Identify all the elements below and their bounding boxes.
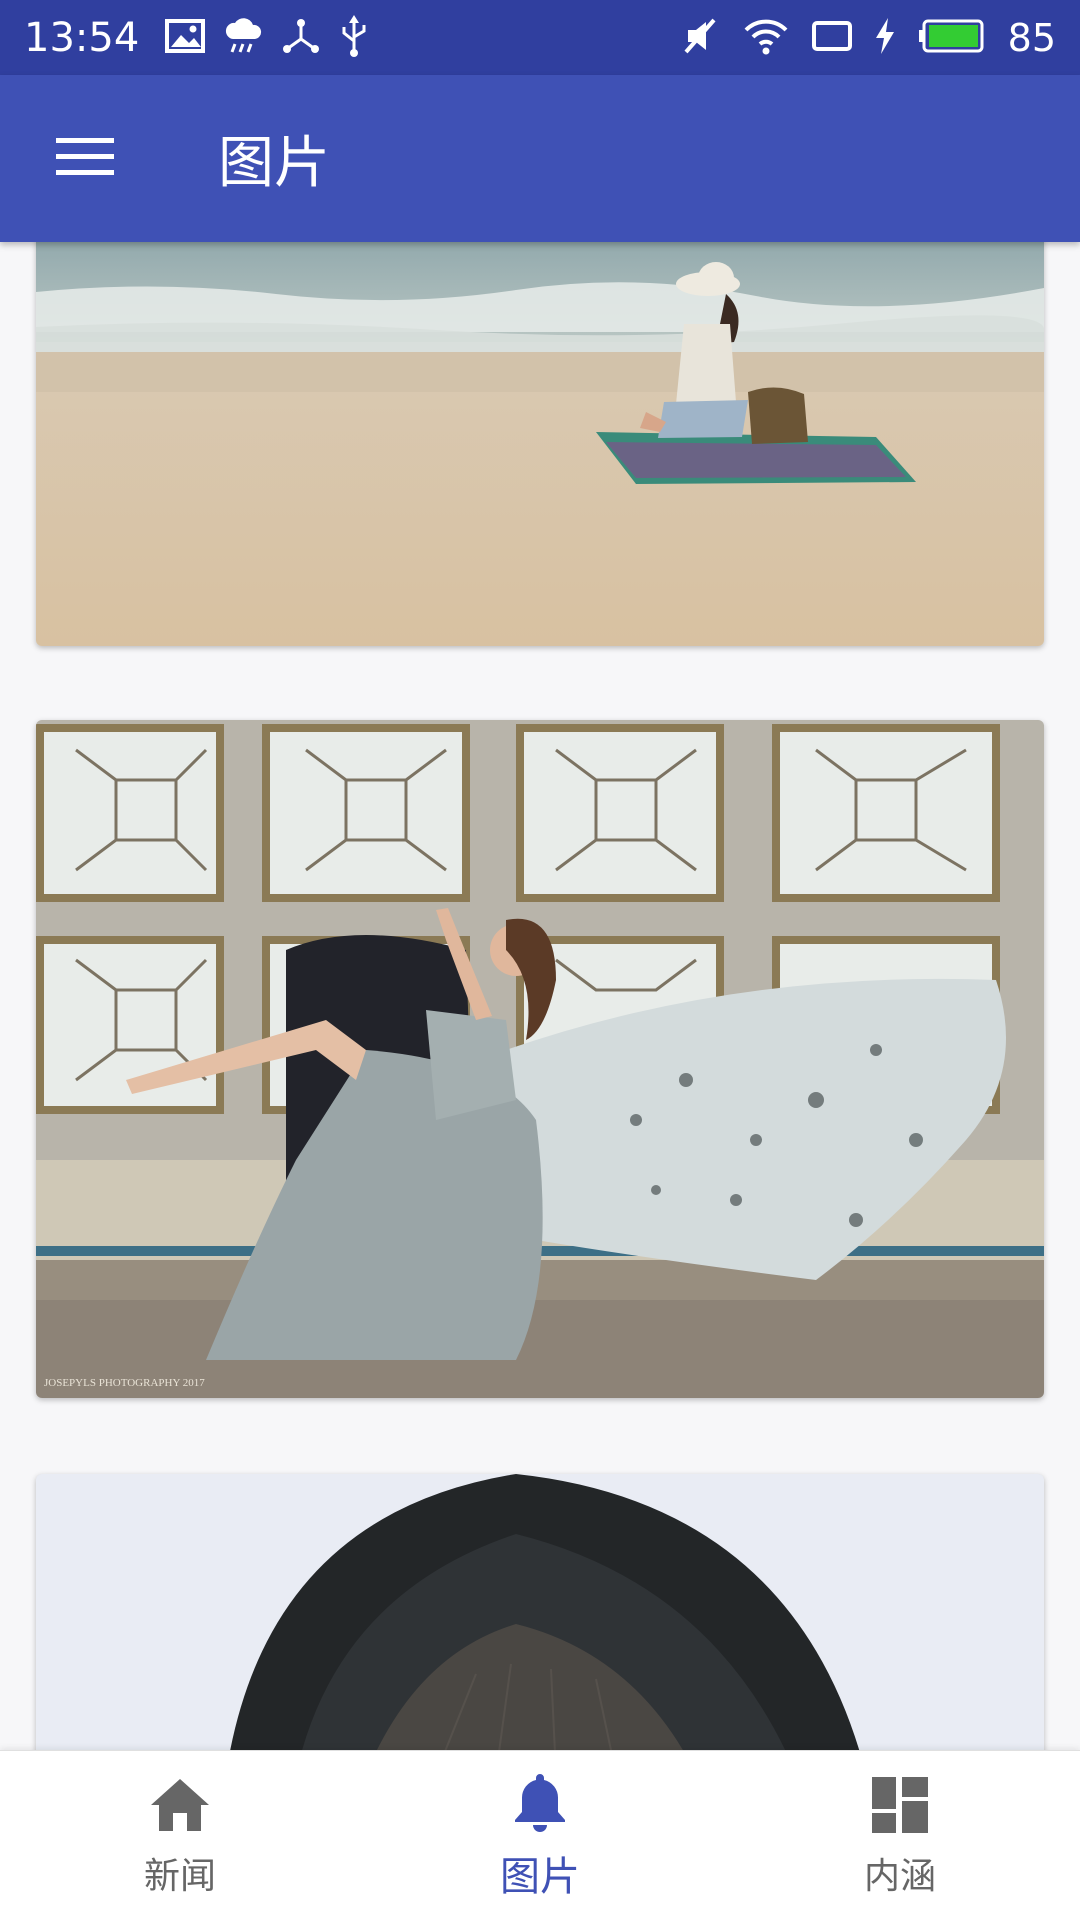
status-bar: 13:54 85	[0, 0, 1080, 75]
dashboard-icon	[872, 1773, 928, 1837]
photo-watermark: JOSEPYLS PHOTOGRAPHY 2017	[44, 1377, 205, 1389]
nav-item-pictures[interactable]: 图片	[360, 1751, 720, 1920]
image-icon	[165, 18, 206, 57]
menu-icon	[56, 136, 114, 182]
usb-icon	[339, 14, 369, 61]
image-feed[interactable]: JOSEPYLS PHOTOGRAPHY 2017	[0, 242, 1080, 1750]
nav-label-jokes: 内涵	[863, 1855, 936, 1897]
status-time: 13:54	[24, 14, 140, 61]
page-title: 图片	[218, 131, 330, 196]
battery-icon	[918, 18, 986, 58]
bell-icon	[513, 1770, 567, 1834]
menu-button[interactable]	[0, 75, 170, 242]
mute-icon	[680, 16, 720, 60]
hair-closeup-photo	[36, 1474, 1044, 1750]
nav-item-jokes[interactable]: 内涵	[720, 1751, 1080, 1920]
status-right-icons: 85	[680, 16, 1056, 60]
gown-window-photo: JOSEPYLS PHOTOGRAPHY 2017	[36, 720, 1044, 1398]
beach-photo	[36, 242, 1044, 646]
gown-window-photo-card[interactable]: JOSEPYLS PHOTOGRAPHY 2017	[36, 720, 1044, 1398]
screen-icon	[811, 19, 852, 57]
hair-closeup-photo-card[interactable]	[36, 1474, 1044, 1750]
charging-icon	[874, 17, 896, 58]
home-icon	[149, 1773, 211, 1837]
bottom-navigation: 新闻 图片 内涵	[0, 1750, 1080, 1920]
app-bar: 图片	[0, 75, 1080, 242]
wifi-icon	[742, 16, 790, 60]
nav-label-news: 新闻	[143, 1855, 216, 1897]
weather-icon	[223, 17, 263, 59]
nav-item-news[interactable]: 新闻	[0, 1751, 360, 1920]
share-nodes-icon	[281, 17, 321, 59]
battery-percent: 85	[1007, 15, 1056, 60]
nav-label-pictures: 图片	[500, 1853, 580, 1900]
beach-photo-card[interactable]	[36, 242, 1044, 646]
status-left-icons	[165, 14, 369, 61]
